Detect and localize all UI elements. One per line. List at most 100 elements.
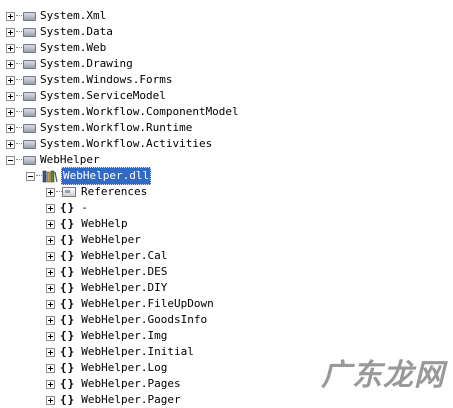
tree-item-system-drawing[interactable]: System.Drawing bbox=[6, 56, 134, 72]
expand-icon[interactable] bbox=[46, 283, 55, 293]
object-browser-tree: System.Xml System.Data System.Web System… bbox=[0, 0, 453, 406]
tree-item-system-workflow-runtime[interactable]: System.Workflow.Runtime bbox=[6, 120, 193, 136]
expand-icon[interactable] bbox=[46, 395, 55, 405]
tree-connector bbox=[16, 79, 22, 81]
namespace-icon: {} bbox=[60, 345, 76, 358]
expand-icon[interactable] bbox=[6, 43, 15, 53]
tree-item-namespace[interactable]: {} WebHelper.GoodsInfo bbox=[46, 312, 208, 328]
tree-item-label: - bbox=[81, 201, 88, 214]
assembly-icon bbox=[23, 107, 36, 117]
tree-item-label: System.Workflow.Runtime bbox=[40, 121, 193, 134]
namespace-icon: {} bbox=[60, 265, 76, 278]
namespace-icon: {} bbox=[60, 233, 76, 246]
expand-icon[interactable] bbox=[46, 315, 55, 325]
namespace-icon: {} bbox=[60, 361, 76, 374]
expand-icon[interactable] bbox=[46, 203, 55, 213]
tree-item-label: System.Web bbox=[40, 41, 107, 54]
tree-item-label: WebHelper.Pager bbox=[81, 393, 181, 406]
tree-item-namespace[interactable]: {} WebHelper bbox=[46, 232, 142, 248]
expand-icon[interactable] bbox=[6, 91, 15, 101]
tree-item-label: WebHelper.Initial bbox=[81, 345, 194, 358]
tree-item-label: WebHelper.dll bbox=[61, 167, 152, 185]
tree-item-label: References bbox=[81, 185, 148, 198]
tree-item-label: WebHelper.GoodsInfo bbox=[81, 313, 208, 326]
library-icon bbox=[42, 170, 58, 182]
expand-icon[interactable] bbox=[46, 299, 55, 309]
tree-item-namespace[interactable]: {} WebHelper.Cal bbox=[46, 248, 168, 264]
tree-connector bbox=[16, 31, 22, 33]
references-folder-icon bbox=[62, 187, 76, 197]
expand-icon[interactable] bbox=[46, 251, 55, 261]
tree-item-webhelper-dll[interactable]: WebHelper.dll bbox=[26, 167, 152, 185]
expand-icon[interactable] bbox=[46, 379, 55, 389]
tree-item-system-web[interactable]: System.Web bbox=[6, 40, 107, 56]
assembly-icon bbox=[23, 139, 36, 149]
tree-item-system-workflow-activities[interactable]: System.Workflow.Activities bbox=[6, 136, 213, 152]
tree-item-label: WebHelp bbox=[81, 217, 128, 230]
expand-icon[interactable] bbox=[6, 27, 15, 37]
namespace-icon: {} bbox=[60, 329, 76, 342]
expand-icon[interactable] bbox=[6, 11, 15, 21]
collapse-icon[interactable] bbox=[6, 155, 15, 165]
tree-connector bbox=[16, 143, 22, 145]
namespace-icon: {} bbox=[60, 201, 76, 214]
expand-icon[interactable] bbox=[46, 347, 55, 357]
project-icon bbox=[23, 155, 36, 165]
expand-icon[interactable] bbox=[46, 331, 55, 341]
tree-item-system-workflow-componentmodel[interactable]: System.Workflow.ComponentModel bbox=[6, 104, 240, 120]
tree-item-label: WebHelper.DIY bbox=[81, 281, 168, 294]
tree-item-label: System.Drawing bbox=[40, 57, 133, 70]
assembly-icon bbox=[23, 27, 36, 37]
tree-item-namespace[interactable]: {} - bbox=[46, 200, 89, 216]
tree-item-label: WebHelper.Pages bbox=[81, 377, 181, 390]
tree-item-label: System.Workflow.ComponentModel bbox=[40, 105, 239, 118]
namespace-icon: {} bbox=[60, 393, 76, 406]
namespace-icon: {} bbox=[60, 313, 76, 326]
tree-item-webhelper-project[interactable]: WebHelper bbox=[6, 152, 101, 168]
namespace-icon: {} bbox=[60, 249, 76, 262]
namespace-icon: {} bbox=[60, 297, 76, 310]
tree-item-namespace[interactable]: {} WebHelp bbox=[46, 216, 129, 232]
expand-icon[interactable] bbox=[46, 267, 55, 277]
tree-item-label: System.Workflow.Activities bbox=[40, 137, 213, 150]
tree-item-label: WebHelper.Cal bbox=[81, 249, 168, 262]
collapse-icon[interactable] bbox=[26, 171, 35, 181]
expand-icon[interactable] bbox=[6, 107, 15, 117]
tree-item-label: System.ServiceModel bbox=[40, 89, 166, 102]
expand-icon[interactable] bbox=[6, 75, 15, 85]
assembly-icon bbox=[23, 59, 36, 69]
expand-icon[interactable] bbox=[46, 187, 55, 197]
tree-item-label: WebHelper bbox=[40, 153, 100, 166]
tree-item-namespace[interactable]: {} WebHelper.FileUpDown bbox=[46, 296, 215, 312]
expand-icon[interactable] bbox=[6, 139, 15, 149]
expand-icon[interactable] bbox=[6, 123, 15, 133]
tree-item-namespace[interactable]: {} WebHelper.Initial bbox=[46, 344, 195, 360]
expand-icon[interactable] bbox=[6, 59, 15, 69]
tree-item-label: System.Xml bbox=[40, 9, 107, 22]
tree-item-label: System.Data bbox=[40, 25, 113, 38]
watermark: 广东龙网 bbox=[321, 358, 445, 393]
namespace-icon: {} bbox=[60, 281, 76, 294]
tree-item-namespace[interactable]: {} WebHelper.Pages bbox=[46, 376, 182, 392]
expand-icon[interactable] bbox=[46, 219, 55, 229]
tree-item-label: WebHelper.FileUpDown bbox=[81, 297, 214, 310]
tree-item-system-xml[interactable]: System.Xml bbox=[6, 8, 107, 24]
namespace-icon: {} bbox=[60, 377, 76, 390]
tree-item-label: WebHelper.Img bbox=[81, 329, 168, 342]
tree-item-namespace[interactable]: {} WebHelper.DES bbox=[46, 264, 168, 280]
expand-icon[interactable] bbox=[46, 235, 55, 245]
assembly-icon bbox=[23, 11, 36, 21]
tree-item-system-windows-forms[interactable]: System.Windows.Forms bbox=[6, 72, 173, 88]
namespace-icon: {} bbox=[60, 217, 76, 230]
tree-item-namespace[interactable]: {} WebHelper.DIY bbox=[46, 280, 168, 296]
tree-connector bbox=[16, 47, 22, 49]
tree-item-system-servicemodel[interactable]: System.ServiceModel bbox=[6, 88, 167, 104]
tree-item-namespace[interactable]: {} WebHelper.Img bbox=[46, 328, 168, 344]
tree-item-namespace[interactable]: {} WebHelper.Log bbox=[46, 360, 168, 376]
expand-icon[interactable] bbox=[46, 363, 55, 373]
tree-item-references[interactable]: References bbox=[46, 184, 148, 200]
tree-item-system-data[interactable]: System.Data bbox=[6, 24, 114, 40]
tree-item-namespace[interactable]: {} WebHelper.Pager bbox=[46, 392, 182, 408]
assembly-icon bbox=[23, 123, 36, 133]
assembly-icon bbox=[23, 75, 36, 85]
